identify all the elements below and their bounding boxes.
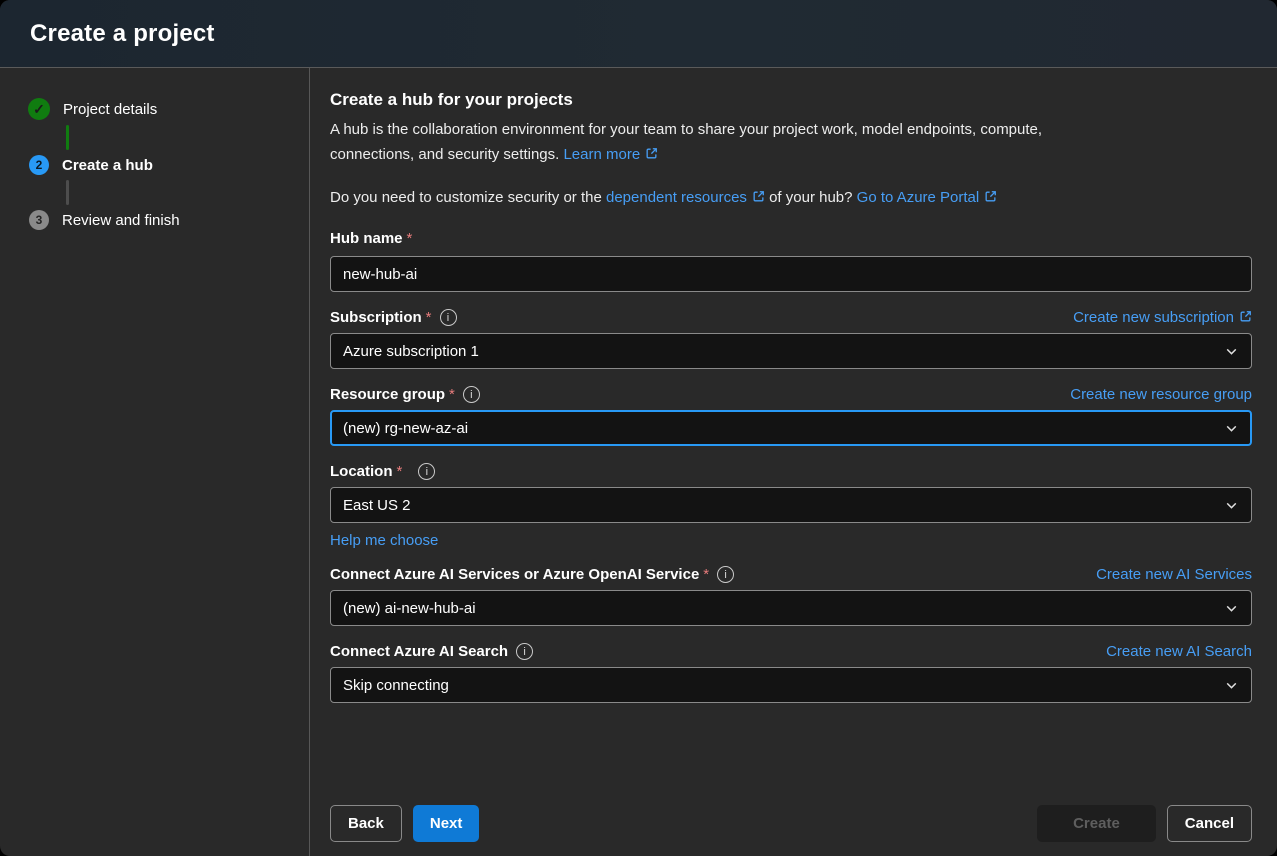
go-to-azure-portal-link[interactable]: Go to Azure Portal [857,189,998,206]
step-label: Create a hub [62,157,153,174]
step-create-a-hub[interactable]: 2 Create a hub [28,155,309,175]
section-description: A hub is the collaboration environment f… [330,117,1125,167]
resource-group-label-row: Resource group * i Create new resource g… [330,386,1252,403]
required-asterisk: * [449,386,455,403]
create-hub-panel: Create a hub for your projects A hub is … [310,68,1277,856]
security-prompt: Do you need to customize security or the… [330,187,1252,209]
step-review-and-finish[interactable]: 3 Review and finish [28,210,309,230]
ai-search-value: Skip connecting [343,677,449,694]
ai-search-label: Connect Azure AI Search [330,643,508,660]
back-button[interactable]: Back [330,805,402,842]
external-link-icon [752,190,765,203]
step-project-details[interactable]: ✓ Project details [28,98,309,120]
dialog-footer: Back Next Create Cancel [330,805,1252,842]
chevron-down-icon [1224,498,1239,513]
subscription-label: Subscription [330,309,422,326]
step-label: Project details [63,101,157,118]
dependent-resources-link[interactable]: dependent resources [606,189,765,206]
learn-more-link[interactable]: Learn more [563,146,658,163]
info-icon[interactable]: i [418,463,435,480]
ai-services-label-row: Connect Azure AI Services or Azure OpenA… [330,566,1252,583]
resource-group-label: Resource group [330,386,445,403]
create-new-subscription-link[interactable]: Create new subscription [1073,309,1252,326]
ai-services-dropdown[interactable]: (new) ai-new-hub-ai [330,590,1252,626]
dialog-title: Create a project [30,20,215,48]
location-value: East US 2 [343,497,411,514]
ai-services-value: (new) ai-new-hub-ai [343,600,476,617]
step-label: Review and finish [62,212,180,229]
chevron-down-icon [1224,421,1239,436]
info-icon[interactable]: i [717,566,734,583]
ai-services-label: Connect Azure AI Services or Azure OpenA… [330,566,699,583]
ai-search-dropdown[interactable]: Skip connecting [330,667,1252,703]
wizard-stepper: ✓ Project details 2 Create a hub 3 Revie… [0,68,310,856]
location-label: Location [330,463,393,480]
cancel-button[interactable]: Cancel [1167,805,1252,842]
step-number-badge: 2 [29,155,49,175]
location-dropdown[interactable]: East US 2 [330,487,1252,523]
external-link-icon [1239,310,1252,323]
resource-group-value: (new) rg-new-az-ai [343,420,468,437]
next-button[interactable]: Next [413,805,480,842]
required-asterisk: * [397,463,403,480]
ai-search-label-row: Connect Azure AI Search i Create new AI … [330,643,1252,660]
resource-group-dropdown[interactable]: (new) rg-new-az-ai [330,410,1252,446]
location-label-row: Location * i [330,463,1252,480]
required-asterisk: * [703,566,709,583]
info-icon[interactable]: i [516,643,533,660]
create-new-ai-services-link[interactable]: Create new AI Services [1096,566,1252,583]
step-connector-line [66,180,69,205]
hub-name-input[interactable] [330,256,1252,292]
step-complete-check-icon: ✓ [28,98,50,120]
step-connector-line [66,125,69,150]
chevron-down-icon [1224,678,1239,693]
subscription-value: Azure subscription 1 [343,343,479,360]
create-button[interactable]: Create [1037,805,1156,842]
external-link-icon [984,190,997,203]
required-asterisk: * [407,230,413,247]
info-icon[interactable]: i [463,386,480,403]
info-icon[interactable]: i [440,309,457,326]
chevron-down-icon [1224,601,1239,616]
section-heading: Create a hub for your projects [330,90,1252,110]
external-link-icon [645,147,658,160]
subscription-label-row: Subscription * i Create new subscription [330,309,1252,326]
step-number-badge: 3 [29,210,49,230]
create-new-ai-search-link[interactable]: Create new AI Search [1106,643,1252,660]
chevron-down-icon [1224,344,1239,359]
required-asterisk: * [426,309,432,326]
create-new-resource-group-link[interactable]: Create new resource group [1070,386,1252,403]
hub-name-label-row: Hub name * [330,230,1252,247]
help-me-choose-link[interactable]: Help me choose [330,532,438,549]
dialog-header: Create a project [0,0,1277,68]
create-project-dialog: Create a project ✓ Project details 2 Cre… [0,0,1277,856]
hub-name-label: Hub name [330,230,403,247]
subscription-dropdown[interactable]: Azure subscription 1 [330,333,1252,369]
